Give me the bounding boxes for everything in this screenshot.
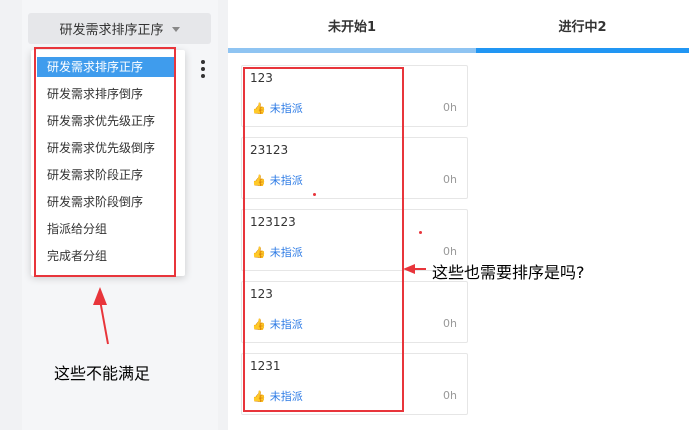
annotation-left-note: 这些不能满足 xyxy=(54,364,151,383)
annotation-right-note: 这些也需要排序是吗? xyxy=(432,263,585,282)
arrow-shaft xyxy=(99,299,109,345)
